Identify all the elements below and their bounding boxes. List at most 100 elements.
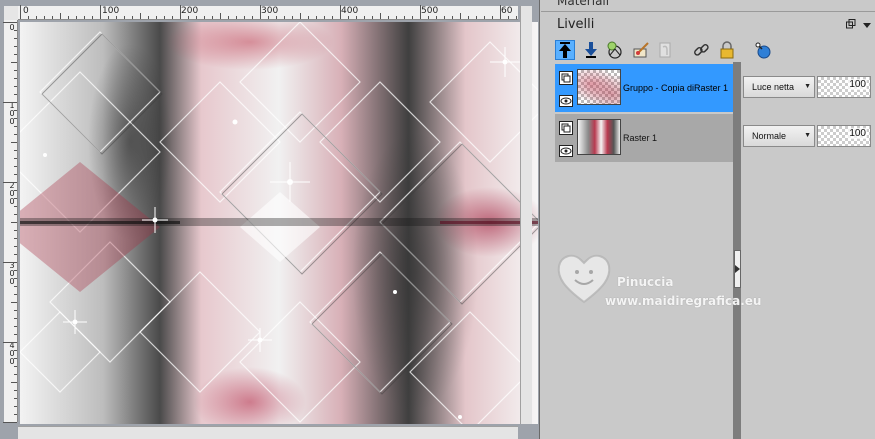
opacity-value: 100 [848,128,867,139]
ruler-tick [284,16,285,19]
ruler-tick [3,22,17,23]
ruler-tick [268,16,269,19]
diamond-pattern [20,22,538,424]
ruler-tick [308,16,309,19]
ruler-tick [52,16,53,19]
ruler-tick [14,214,17,215]
ruler-tick [452,16,453,19]
watermark-name: Pinuccia [617,275,674,289]
ruler-tick [404,16,405,19]
ruler-tick [3,262,17,263]
ruler-tick [44,16,45,19]
ruler-label: 0 [23,6,29,16]
ruler-tick [476,16,477,19]
ruler-tick [14,166,17,167]
ruler-tick [500,5,501,19]
ruler-tick [180,5,181,19]
ruler-tick [212,16,213,19]
ruler-tick [14,270,17,271]
ruler-tick [380,13,381,19]
new-layer-icon[interactable] [605,40,625,60]
layer-thumbnail [577,69,621,105]
ruler-tick [14,78,17,79]
ruler-tick [14,30,17,31]
blend-mode-select[interactable]: Normale ▼ [743,125,815,147]
layer-name: Gruppo - Copia diRaster 1 [623,83,729,93]
ruler-tick [300,13,301,19]
ruler-tick [516,16,517,19]
ruler-tick [14,70,17,71]
image-canvas[interactable] [20,22,538,424]
ruler-tick [388,16,389,19]
ruler-tick [260,5,261,19]
ruler-label: 4 0 0 [9,341,15,366]
eye-icon[interactable] [559,142,573,157]
lock-icon[interactable] [717,40,737,60]
materiali-panel-header[interactable]: Materiali [541,0,875,12]
ruler-tick [156,16,157,19]
ruler-tick [20,5,21,19]
move-up-icon[interactable] [555,40,575,60]
ruler-tick [14,398,17,399]
ruler-tick [14,46,17,47]
ruler-tick [100,5,101,19]
group-layer-icon[interactable] [559,70,573,85]
livelli-panel-header: Livelli [541,14,875,38]
blend-mode-value: Luce netta [752,82,795,92]
chevron-down-icon: ▼ [804,83,811,90]
ruler-tick [460,13,461,19]
move-down-icon[interactable] [581,40,601,60]
ruler-label: 2 0 0 [9,181,15,206]
ruler-tick [484,16,485,19]
ruler-tick [356,16,357,19]
ruler-tick [348,16,349,19]
ruler-tick [14,198,17,199]
ruler-tick [396,16,397,19]
ruler-tick [492,16,493,19]
ruler-tick [188,16,189,19]
ruler-tick [420,5,421,19]
dropdown-arrow-icon[interactable] [861,19,873,32]
layers-toolbar [555,40,875,62]
ruler-vertical: 0 1 0 0 2 0 0 3 0 0 4 0 0 [3,20,18,423]
blend-mode-select[interactable]: Luce netta ▼ [743,76,815,98]
opacity-field[interactable]: 100 [817,76,871,98]
ruler-tick [14,254,17,255]
ruler-tick [444,16,445,19]
ruler-tick [228,16,229,19]
opacity-field[interactable]: 100 [817,125,871,147]
ruler-tick [14,358,17,359]
ruler-label: 100 [102,6,120,16]
vertical-scrollbar[interactable] [520,6,532,424]
layer-row-raster[interactable]: Raster 1 [555,114,733,162]
watermark-url: www.maidiregrafica.eu [605,294,762,308]
ruler-label: 1 0 0 [9,101,15,126]
mask-icon[interactable] [655,40,675,60]
ruler-tick [14,110,17,111]
raster-layer-icon[interactable] [559,120,573,135]
ruler-horizontal: 0 100 200 300 400 500 60 [18,5,518,20]
edit-brush-icon[interactable] [631,40,651,60]
chevron-down-icon: ▼ [804,132,811,139]
ruler-tick [236,16,237,19]
ruler-tick [14,406,17,407]
restore-icon[interactable] [845,19,857,32]
image-workspace: 0 100 200 300 400 500 60 0 1 0 0 2 0 0 3… [0,0,540,439]
ruler-tick [14,118,17,119]
eye-icon[interactable] [559,92,573,107]
ruler-tick [324,16,325,19]
ruler-label: 400 [341,6,359,16]
ruler-tick [3,422,17,423]
ruler-tick [14,158,17,159]
ruler-tick [14,94,17,95]
ruler-tick [60,13,61,19]
ruler-tick [11,222,17,223]
livelli-title: Livelli [557,17,595,32]
horizontal-scrollbar[interactable] [18,426,518,439]
merge-icon[interactable] [753,40,773,60]
blend-mode-value: Normale [752,131,787,141]
ruler-tick [14,294,17,295]
layer-row-gruppo[interactable]: Gruppo - Copia diRaster 1 [555,64,733,112]
ruler-tick [124,16,125,19]
link-icon[interactable] [691,40,711,60]
